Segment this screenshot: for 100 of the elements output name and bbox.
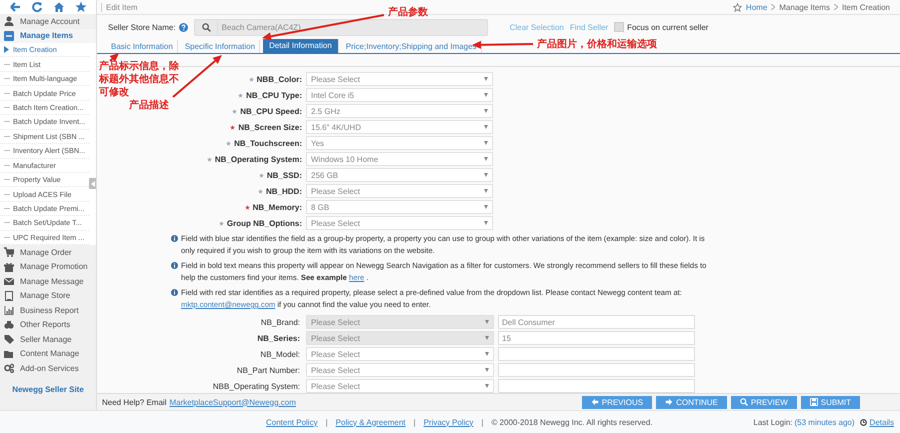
site-title[interactable]: Newegg Seller Site xyxy=(0,380,96,398)
text-field[interactable] xyxy=(498,347,695,361)
annotation-text: 产品标示信息，除标题外其他信息不可修改 xyxy=(99,60,180,99)
footer-link[interactable]: Content Policy xyxy=(266,418,318,426)
caret-icon xyxy=(485,368,489,372)
email-link[interactable]: MarketplaceSupport@Newegg.com xyxy=(169,398,296,406)
action-button[interactable]: PREVIOUS xyxy=(582,396,652,408)
breadcrumb-link[interactable]: Item Creation xyxy=(842,2,890,12)
search-input[interactable]: Beach Camera(AC4Z) xyxy=(216,20,487,34)
dropdown[interactable]: 2.5 GHz xyxy=(306,104,493,118)
menu-item[interactable]: Manage Promotion xyxy=(0,260,96,274)
chevron-icon xyxy=(771,4,776,10)
collapse-handle[interactable] xyxy=(89,178,96,189)
separator: | xyxy=(481,418,484,426)
caret-icon xyxy=(485,352,489,356)
menu-item[interactable]: Business Report xyxy=(0,303,96,318)
refresh-icon[interactable] xyxy=(31,1,43,13)
field-label: NB_SSD: xyxy=(266,170,302,180)
field-label: NB_Model: xyxy=(259,350,301,358)
page-title: Edit Item xyxy=(101,2,138,12)
dropdown[interactable]: Windows 10 Home xyxy=(306,152,493,166)
dropdown[interactable]: 256 GB xyxy=(306,168,493,182)
menu-item[interactable]: Manage Message xyxy=(0,274,96,289)
dropdown[interactable]: 8 GB xyxy=(306,200,493,214)
dropdown[interactable]: Yes xyxy=(306,136,493,150)
checkbox[interactable] xyxy=(614,22,624,32)
star-icon[interactable] xyxy=(75,1,87,13)
caret-icon xyxy=(485,336,489,340)
text-field[interactable] xyxy=(498,363,695,377)
breadcrumb-link[interactable]: Home xyxy=(746,2,768,12)
help-icon xyxy=(178,22,188,32)
help-text: Need Help? Email xyxy=(102,398,166,406)
text-link[interactable]: Find Seller xyxy=(570,22,608,32)
search-icon xyxy=(202,22,211,32)
field-label: NB_HDD: xyxy=(266,186,302,196)
arrow-right-icon xyxy=(665,398,674,406)
caret-icon xyxy=(485,320,489,324)
search-field[interactable]: Beach Camera(AC4Z) xyxy=(194,18,488,36)
field-label: NBB_Color: xyxy=(256,74,302,84)
field-label: NB_Brand: xyxy=(260,318,301,326)
menu-item[interactable]: Seller Manage xyxy=(0,332,96,347)
field-label: NB_CPU Type: xyxy=(246,90,302,100)
info-icon xyxy=(171,289,178,296)
field-label: NB_Touchscreen: xyxy=(234,138,302,148)
menu-item[interactable]: Manage Order xyxy=(0,245,96,260)
user-icon xyxy=(4,16,14,26)
caret-icon xyxy=(484,173,488,177)
tab[interactable]: Basic Information xyxy=(107,40,178,53)
details-link[interactable]: Details xyxy=(870,418,894,426)
caret-icon xyxy=(485,384,489,388)
field-label: NB_Operating System: xyxy=(214,154,302,164)
dropdown[interactable]: Please Select xyxy=(306,347,494,361)
field-label: NBB_Operating System: xyxy=(212,382,301,390)
footer-link[interactable]: Privacy Policy xyxy=(424,418,474,426)
footer-link[interactable]: Policy & Agreement xyxy=(336,418,406,426)
tab[interactable]: Specific Information xyxy=(180,40,260,53)
dropdown[interactable]: Intel Core i5 xyxy=(306,88,493,102)
menu-item[interactable]: Manage Account xyxy=(0,14,96,28)
dropdown: Please Select xyxy=(306,331,494,345)
annotation-text: 产品图片，价格和运输选项 xyxy=(537,38,657,51)
cart-icon xyxy=(4,247,14,258)
action-button[interactable]: CONTINUE xyxy=(656,396,727,408)
menu-item[interactable]: Other Reports xyxy=(0,318,96,332)
tablet-icon xyxy=(4,290,14,301)
caret-icon xyxy=(484,189,488,193)
envelope-icon xyxy=(4,276,14,286)
dropdown[interactable]: Please Select xyxy=(306,379,494,393)
menu-item[interactable]: Manage Items xyxy=(0,28,96,43)
action-button[interactable]: SUBMIT xyxy=(800,396,860,408)
caret-icon xyxy=(484,93,488,97)
caret-icon xyxy=(484,125,488,129)
dropdown[interactable]: Please Select xyxy=(306,72,493,86)
caret-icon xyxy=(484,221,488,225)
dropdown: Please Select xyxy=(306,315,494,329)
dropdown[interactable]: Please Select xyxy=(306,184,493,198)
collapse-icon xyxy=(4,30,14,41)
caret-icon xyxy=(484,109,488,113)
dropdown[interactable]: Please Select xyxy=(306,363,494,377)
caret-icon xyxy=(4,46,9,54)
gift-icon xyxy=(4,262,14,272)
menu-item[interactable]: Add-on Services xyxy=(0,361,96,376)
caret-icon xyxy=(484,141,488,145)
field-label: Seller Store Name: xyxy=(108,22,176,32)
menu-item[interactable]: Content Manage xyxy=(0,346,96,362)
tab[interactable]: Detail Information xyxy=(263,39,339,53)
menu-item[interactable]: Manage Store xyxy=(0,288,96,304)
clock-icon xyxy=(860,418,867,426)
breadcrumb-link[interactable]: Manage Items xyxy=(779,2,830,12)
back-icon[interactable] xyxy=(9,1,21,13)
star-icon xyxy=(732,2,742,12)
text-link[interactable]: Clear Selection xyxy=(510,22,564,32)
field-label: NB_Part Number: xyxy=(236,366,301,374)
dropdown[interactable]: Please Select xyxy=(306,216,493,230)
last-login-time: (53 minutes ago) xyxy=(794,418,855,426)
last-login-label: Last Login: xyxy=(753,418,793,426)
text-field[interactable] xyxy=(498,379,695,393)
field-label: NB_Screen Size: xyxy=(238,122,302,132)
action-button[interactable]: PREVIEW xyxy=(730,396,797,408)
home-icon[interactable] xyxy=(53,1,65,13)
dropdown[interactable]: 15.6" 4K/UHD xyxy=(306,120,493,134)
